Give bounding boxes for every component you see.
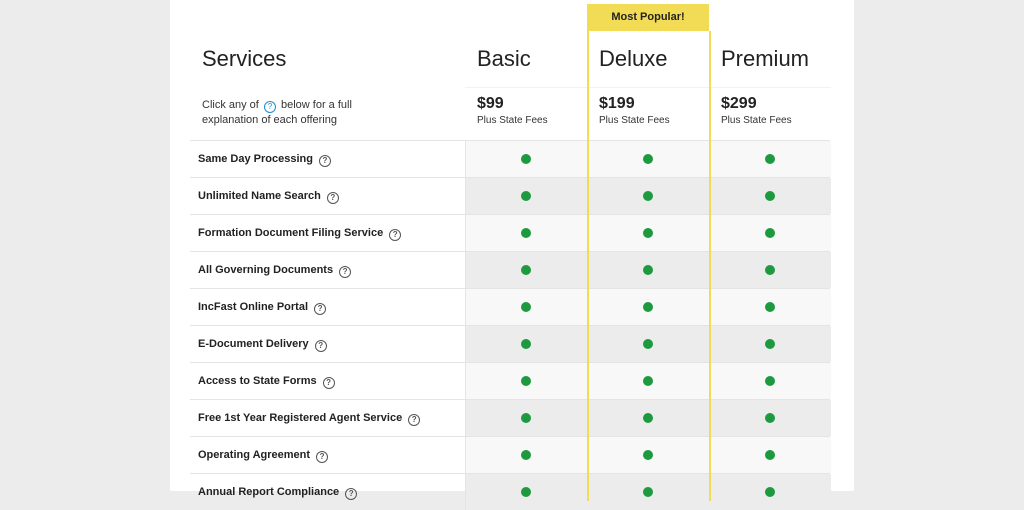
feature-table: Same Day Processing? Unlimited Name Sear… <box>190 140 831 510</box>
feature-row: Same Day Processing? <box>190 140 831 177</box>
help-question-icon[interactable]: ? <box>316 451 329 463</box>
included-check-premium <box>765 265 775 275</box>
plan-premium: Premium $299 Plus State Fees <box>709 0 831 140</box>
included-check-premium <box>765 450 775 460</box>
feature-row: IncFast Online Portal? <box>190 288 831 325</box>
feature-row: Annual Report Compliance? <box>190 473 831 510</box>
plan-price: $299 <box>721 95 757 112</box>
included-check-premium <box>765 302 775 312</box>
feature-label: Unlimited Name Search? <box>198 178 339 214</box>
included-check-premium <box>765 413 775 423</box>
included-check-premium <box>765 339 775 349</box>
divider <box>709 87 831 88</box>
feature-row: Formation Document Filing Service? <box>190 214 831 251</box>
included-check-basic <box>521 339 531 349</box>
feature-label: Same Day Processing? <box>198 141 331 177</box>
divider <box>465 87 587 88</box>
pricing-card: Services Click any of ? below for a full… <box>170 0 854 510</box>
included-check-basic <box>521 450 531 460</box>
feature-label: Annual Report Compliance? <box>198 474 358 510</box>
included-check-premium <box>765 487 775 497</box>
deluxe-highlight-frame <box>587 31 711 501</box>
help-question-icon[interactable]: ? <box>326 192 339 204</box>
feature-row: Access to State Forms? <box>190 362 831 399</box>
help-hint-before: Click any of <box>202 99 259 111</box>
feature-row: Unlimited Name Search? <box>190 177 831 214</box>
included-check-basic <box>521 376 531 386</box>
feature-row: Free 1st Year Registered Agent Service? <box>190 399 831 436</box>
help-hint: Click any of ? below for a full explanat… <box>202 98 372 127</box>
help-question-icon[interactable]: ? <box>389 229 402 241</box>
included-check-basic <box>521 154 531 164</box>
included-check-basic <box>521 265 531 275</box>
help-question-icon[interactable]: ? <box>339 266 352 278</box>
help-question-icon[interactable]: ? <box>345 488 358 500</box>
help-question-icon[interactable]: ? <box>263 101 276 113</box>
help-question-icon[interactable]: ? <box>322 377 335 389</box>
services-title: Services <box>202 46 287 71</box>
feature-label: Formation Document Filing Service? <box>198 215 402 251</box>
feature-label: Access to State Forms? <box>198 363 335 399</box>
plan-basic: Basic $99 Plus State Fees <box>465 0 587 140</box>
included-check-premium <box>765 154 775 164</box>
plan-fees: Plus State Fees <box>721 115 792 126</box>
feature-label: E-Document Delivery? <box>198 326 327 362</box>
included-check-basic <box>521 413 531 423</box>
feature-row: Operating Agreement? <box>190 436 831 473</box>
most-popular-badge: Most Popular! <box>587 4 709 31</box>
included-check-premium <box>765 191 775 201</box>
help-question-icon[interactable]: ? <box>314 340 327 352</box>
feature-label: Operating Agreement? <box>198 437 329 473</box>
feature-label: Free 1st Year Registered Agent Service? <box>198 400 421 436</box>
included-check-basic <box>521 487 531 497</box>
included-check-basic <box>521 191 531 201</box>
included-check-basic <box>521 228 531 238</box>
included-check-premium <box>765 228 775 238</box>
pricing-header: Services Click any of ? below for a full… <box>170 0 854 140</box>
feature-label: All Governing Documents? <box>198 252 352 288</box>
plan-price: $99 <box>477 95 504 112</box>
plan-name: Basic <box>477 46 531 71</box>
help-question-icon[interactable]: ? <box>314 303 327 315</box>
included-check-basic <box>521 302 531 312</box>
included-check-premium <box>765 376 775 386</box>
feature-row: All Governing Documents? <box>190 251 831 288</box>
plan-fees: Plus State Fees <box>477 115 548 126</box>
help-question-icon[interactable]: ? <box>318 155 331 167</box>
help-question-icon[interactable]: ? <box>408 414 421 426</box>
feature-label: IncFast Online Portal? <box>198 289 327 325</box>
plan-name: Premium <box>721 46 810 71</box>
feature-row: E-Document Delivery? <box>190 325 831 362</box>
